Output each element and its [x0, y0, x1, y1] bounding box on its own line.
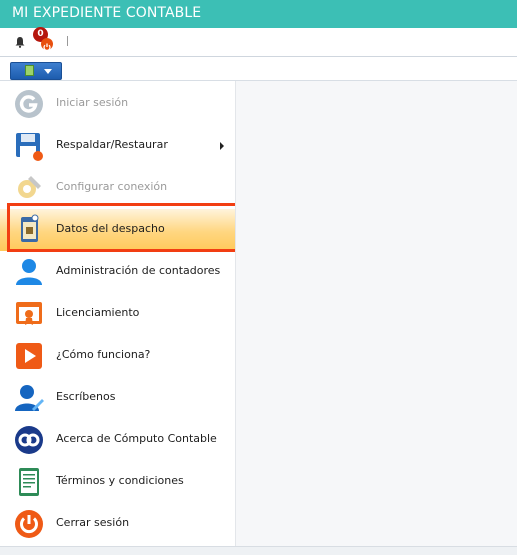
menu-item-administracion-de-contadores[interactable]: Administración de contadores	[0, 251, 235, 293]
dropdown-arrow-icon	[44, 69, 52, 74]
document-icon	[25, 65, 34, 76]
menu-item-licenciamiento[interactable]: Licenciamiento	[0, 293, 235, 335]
menu-item-terminos-y-condiciones[interactable]: Términos y condiciones	[0, 461, 235, 503]
login-icon	[15, 90, 43, 118]
backup-restore-icon	[16, 133, 43, 161]
menu-item-label: Acerca de Cómputo Contable	[56, 432, 217, 445]
menu-item-acerca-de[interactable]: Acerca de Cómputo Contable	[0, 419, 235, 461]
menu-item-label: Escríbenos	[56, 390, 116, 403]
notification-bell-icon[interactable]	[14, 36, 26, 48]
menu-item-label: Términos y condiciones	[56, 474, 184, 487]
window-title: MI EXPEDIENTE CONTABLE	[12, 5, 202, 21]
menu-item-label: ¿Cómo funciona?	[56, 348, 151, 361]
menu-item-label: Iniciar sesión	[56, 96, 129, 109]
application-menu-panel: Iniciar sesión Respaldar/Restaurar Confi…	[0, 81, 235, 546]
menu-item-como-funciona[interactable]: ¿Cómo funciona?	[0, 335, 235, 377]
submenu-arrow-icon	[220, 142, 224, 150]
menu-item-label: Datos del despacho	[56, 222, 165, 235]
menu-item-respaldar-restaurar[interactable]: Respaldar/Restaurar	[0, 125, 235, 167]
about-app-icon	[15, 426, 43, 454]
menu-item-label: Cerrar sesión	[56, 516, 130, 529]
toolbar-divider	[0, 56, 517, 57]
menu-item-label: Respaldar/Restaurar	[56, 138, 168, 151]
menu-item-escribenos[interactable]: Escríbenos	[0, 377, 235, 419]
settings-connection-icon	[18, 176, 41, 198]
menu-item-label: Configurar conexión	[56, 180, 168, 193]
menu-item-datos-del-despacho[interactable]: Datos del despacho	[0, 209, 235, 251]
license-certificate-icon	[16, 302, 42, 325]
menu-item-cerrar-sesion[interactable]: Cerrar sesión	[0, 503, 235, 545]
terms-document-icon	[19, 468, 39, 496]
status-bar	[0, 546, 517, 555]
menu-item-label: Administración de contadores	[56, 264, 221, 277]
menu-item-iniciar-sesion[interactable]: Iniciar sesión	[0, 83, 235, 125]
title-bar: MI EXPEDIENTE CONTABLE	[0, 0, 517, 28]
write-to-us-icon	[15, 385, 44, 411]
menu-item-label: Licenciamiento	[56, 306, 140, 319]
application-menu-button[interactable]	[10, 62, 62, 80]
content-area	[236, 81, 517, 546]
toolbar-separator	[67, 36, 68, 46]
play-video-icon	[16, 343, 42, 369]
menu-item-configurar-conexion[interactable]: Configurar conexión	[0, 167, 235, 209]
power-icon[interactable]	[41, 38, 53, 52]
user-admin-icon	[16, 259, 42, 285]
office-data-icon	[21, 214, 39, 242]
logout-power-icon	[15, 510, 43, 538]
